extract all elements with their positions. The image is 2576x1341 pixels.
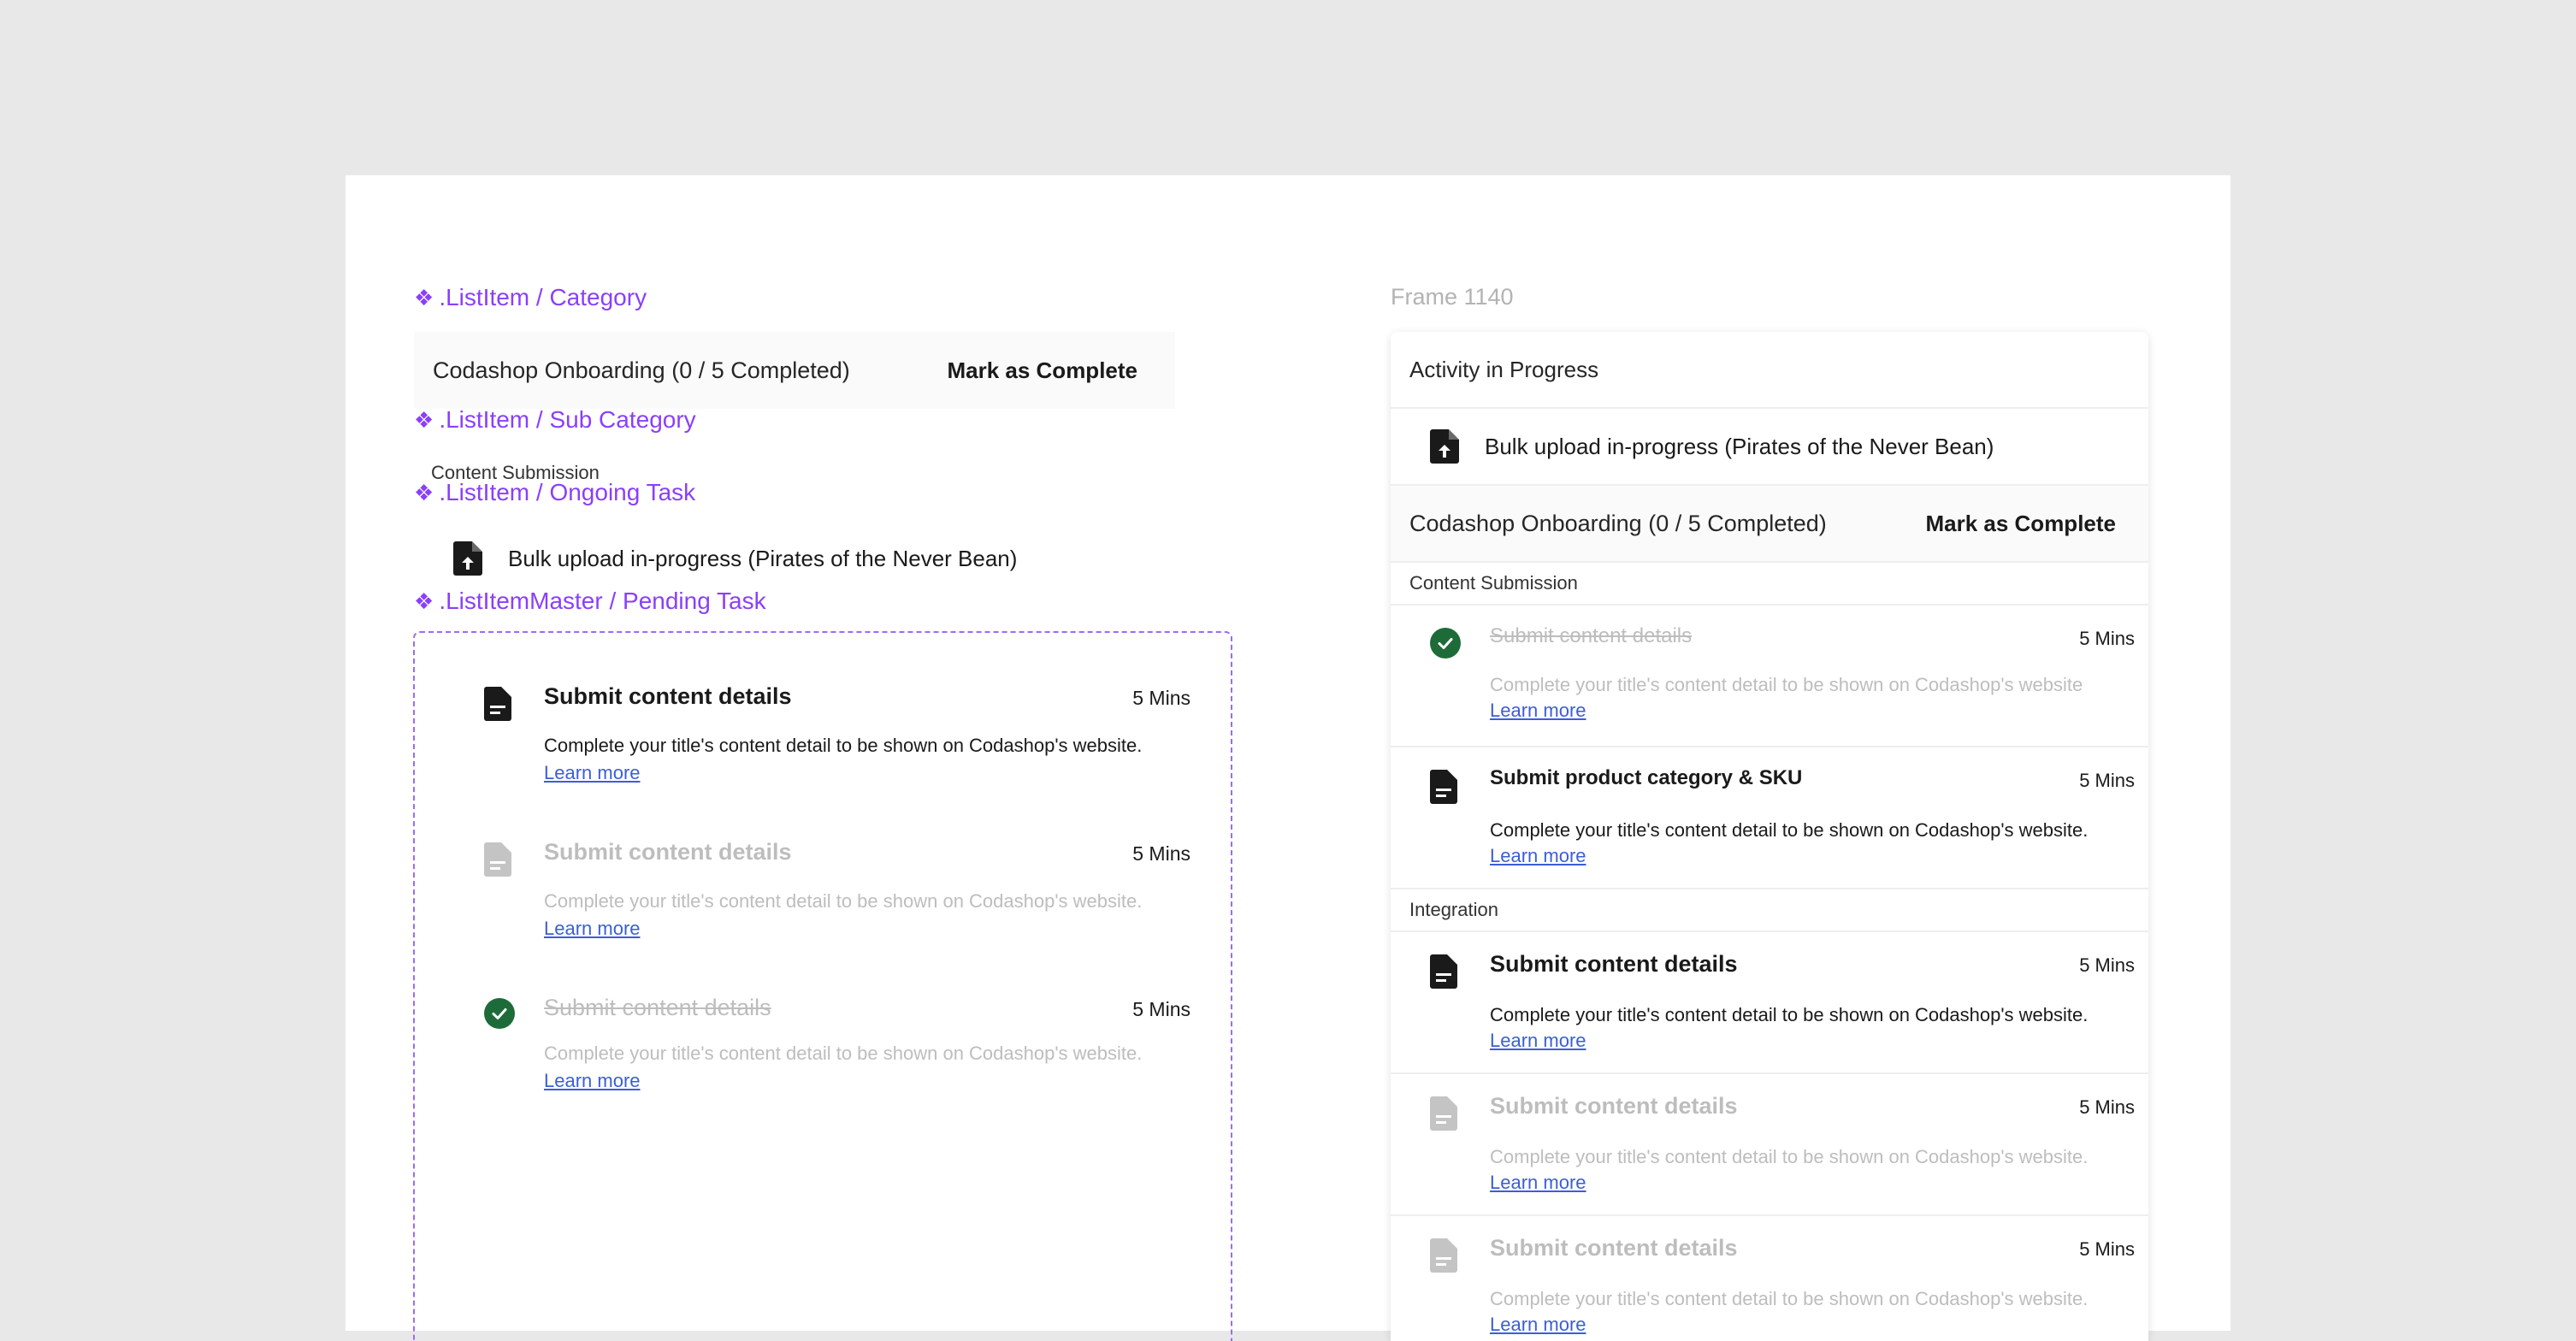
panel-header: Activity in Progress	[1391, 332, 2148, 409]
document-icon	[1430, 1235, 1490, 1273]
learn-more-link[interactable]: Learn more	[544, 1070, 1191, 1092]
document-icon	[1430, 1093, 1490, 1131]
list-item[interactable]: Submit content details 5 Mins Complete y…	[1391, 1074, 2148, 1216]
section-title: Integration	[1409, 899, 1498, 920]
task-title: Submit content details	[544, 839, 792, 865]
task-title: Submit content details	[1490, 1235, 1738, 1261]
component-label-category[interactable]: ❖ .ListItem / Category	[414, 284, 647, 311]
task-description: Complete your title's content detail to …	[1490, 1288, 2089, 1309]
task-duration: 5 Mins	[2079, 954, 2135, 976]
component-label-text: .ListItem / Sub Category	[439, 406, 696, 433]
component-label-text: .ListItem / Category	[439, 284, 647, 310]
task-title: Submit product category & SKU	[1490, 766, 1803, 789]
mark-as-complete-button[interactable]: Mark as Complete	[1925, 511, 2116, 537]
task-duration: 5 Mins	[2079, 1096, 2135, 1118]
task-duration: 5 Mins	[2079, 1238, 2135, 1260]
task-title: Submit content details	[544, 995, 771, 1020]
task-duration: 5 Mins	[1132, 998, 1191, 1020]
document-icon	[484, 839, 544, 877]
category-title: Codashop Onboarding (0 / 5 Completed)	[433, 357, 850, 383]
task-description: Complete your title's content detail to …	[1490, 1146, 2089, 1167]
component-label-pending-task[interactable]: ❖ .ListItemMaster / Pending Task	[414, 588, 766, 615]
component-diamond-icon: ❖	[414, 285, 434, 310]
task-title: Submit content details	[1490, 951, 1738, 977]
learn-more-link[interactable]: Learn more	[1490, 700, 2135, 722]
learn-more-link[interactable]: Learn more	[1490, 845, 2135, 867]
learn-more-link[interactable]: Learn more	[1490, 1030, 2135, 1052]
task-description: Complete your title's content detail to …	[544, 735, 1143, 756]
file-upload-icon	[1430, 429, 1459, 464]
task-title: Submit content details	[544, 683, 792, 709]
component-label-sub-category[interactable]: ❖ .ListItem / Sub Category	[414, 406, 696, 434]
list-item[interactable]: Submit content details 5 Mins Complete y…	[1391, 932, 2148, 1074]
mark-as-complete-button[interactable]: Mark as Complete	[947, 357, 1137, 384]
component-label-text: .ListItem / Ongoing Task	[439, 479, 696, 505]
task-duration: 5 Mins	[1132, 687, 1191, 709]
task-duration: 5 Mins	[2079, 628, 2135, 649]
check-circle-icon	[484, 995, 544, 1029]
list-item[interactable]: Submit content details 5 Mins Complete y…	[484, 995, 1191, 1092]
ongoing-task-row[interactable]: Bulk upload in-progress (Pirates of the …	[1391, 409, 2148, 486]
list-item[interactable]: Submit content details 5 Mins Complete y…	[1391, 1216, 2148, 1341]
section-header-integration: Integration	[1391, 889, 2148, 932]
task-duration: 5 Mins	[1132, 842, 1191, 865]
learn-more-link[interactable]: Learn more	[544, 762, 1191, 784]
task-title: Submit content details	[1490, 1093, 1738, 1119]
component-diamond-icon: ❖	[414, 588, 434, 614]
component-diamond-icon: ❖	[414, 407, 434, 433]
panel-title: Activity in Progress	[1409, 356, 1599, 382]
document-icon	[1430, 766, 1490, 804]
activity-panel: Activity in Progress Bulk upload in-prog…	[1391, 332, 2148, 1341]
learn-more-link[interactable]: Learn more	[1490, 1314, 2135, 1336]
task-description: Complete your title's content detail to …	[544, 890, 1143, 912]
learn-more-link[interactable]: Learn more	[1490, 1172, 2135, 1194]
task-duration: 5 Mins	[2079, 770, 2135, 791]
section-title: Content Submission	[1409, 572, 1578, 594]
list-item[interactable]: Submit content details 5 Mins Complete y…	[484, 683, 1191, 784]
ongoing-task-text: Bulk upload in-progress (Pirates of the …	[508, 545, 1018, 571]
component-label-ongoing-task[interactable]: ❖ .ListItem / Ongoing Task	[414, 479, 695, 506]
task-description: Complete your title's content detail to …	[1490, 1004, 2089, 1025]
document-icon	[484, 683, 544, 721]
list-item[interactable]: Submit product category & SKU 5 Mins Com…	[1391, 747, 2148, 889]
category-title: Codashop Onboarding (0 / 5 Completed)	[1409, 510, 1827, 536]
category-row[interactable]: Codashop Onboarding (0 / 5 Completed) Ma…	[414, 332, 1175, 409]
component-diamond-icon: ❖	[414, 480, 434, 505]
check-circle-icon	[1430, 624, 1490, 659]
list-item[interactable]: Submit content details 5 Mins Complete y…	[484, 839, 1191, 940]
document-icon	[1430, 951, 1490, 989]
ongoing-task-row[interactable]: Bulk upload in-progress (Pirates of the …	[453, 541, 1017, 576]
task-description: Complete your title's content detail to …	[1490, 674, 2083, 695]
frame-label[interactable]: Frame 1140	[1391, 284, 1514, 310]
component-label-text: .ListItemMaster / Pending Task	[439, 588, 766, 614]
task-title: Submit content details	[1490, 624, 1693, 647]
list-item[interactable]: Submit content details 5 Mins Complete y…	[1391, 606, 2148, 747]
ongoing-task-text: Bulk upload in-progress (Pirates of the …	[1485, 433, 1994, 459]
task-description: Complete your title's content detail to …	[544, 1043, 1143, 1064]
learn-more-link[interactable]: Learn more	[544, 918, 1191, 940]
category-row[interactable]: Codashop Onboarding (0 / 5 Completed) Ma…	[1391, 486, 2148, 563]
figma-canvas: ❖ .ListItem / Category Codashop Onboardi…	[346, 175, 2230, 1341]
section-header-content-submission: Content Submission	[1391, 563, 2148, 606]
task-description: Complete your title's content detail to …	[1490, 819, 2089, 841]
file-upload-icon	[453, 541, 482, 576]
